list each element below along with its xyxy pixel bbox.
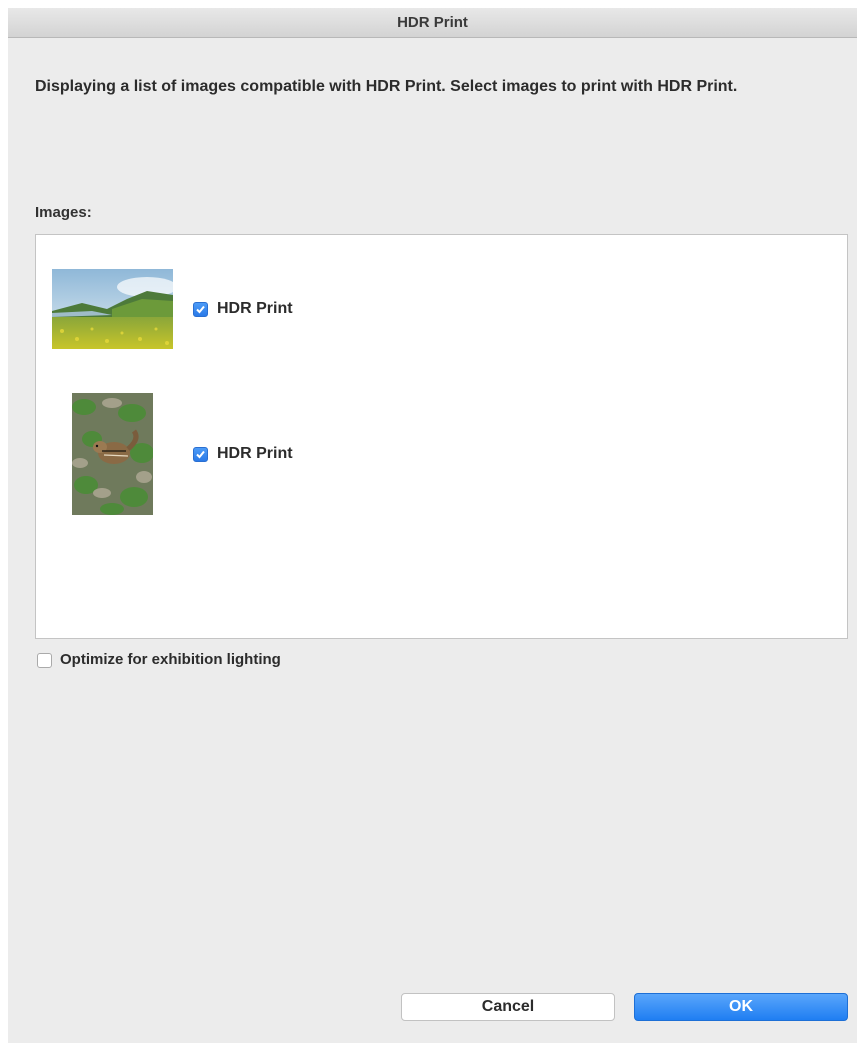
dialog-title: HDR Print (8, 8, 857, 38)
optimize-exhibition-lighting-checkbox[interactable] (37, 653, 52, 668)
cancel-button[interactable]: Cancel (401, 993, 615, 1021)
hdr-print-label-2: HDR Print (217, 445, 293, 462)
hdr-print-checkbox-2[interactable] (193, 447, 208, 462)
hdr-print-checkbox-1[interactable] (193, 302, 208, 317)
image-list[interactable]: HDR Print HDR Print (35, 234, 848, 639)
optimize-exhibition-lighting-label: Optimize for exhibition lighting (60, 651, 281, 668)
hdr-print-label-1: HDR Print (217, 300, 293, 317)
ok-button[interactable]: OK (634, 993, 848, 1021)
hdr-print-dialog: HDR Print Displaying a list of images co… (8, 8, 857, 1043)
dialog-description: Displaying a list of images compatible w… (35, 78, 738, 95)
images-label: Images: (35, 204, 92, 221)
landscape-thumbnail (52, 269, 173, 349)
chipmunk-thumbnail (72, 393, 153, 515)
